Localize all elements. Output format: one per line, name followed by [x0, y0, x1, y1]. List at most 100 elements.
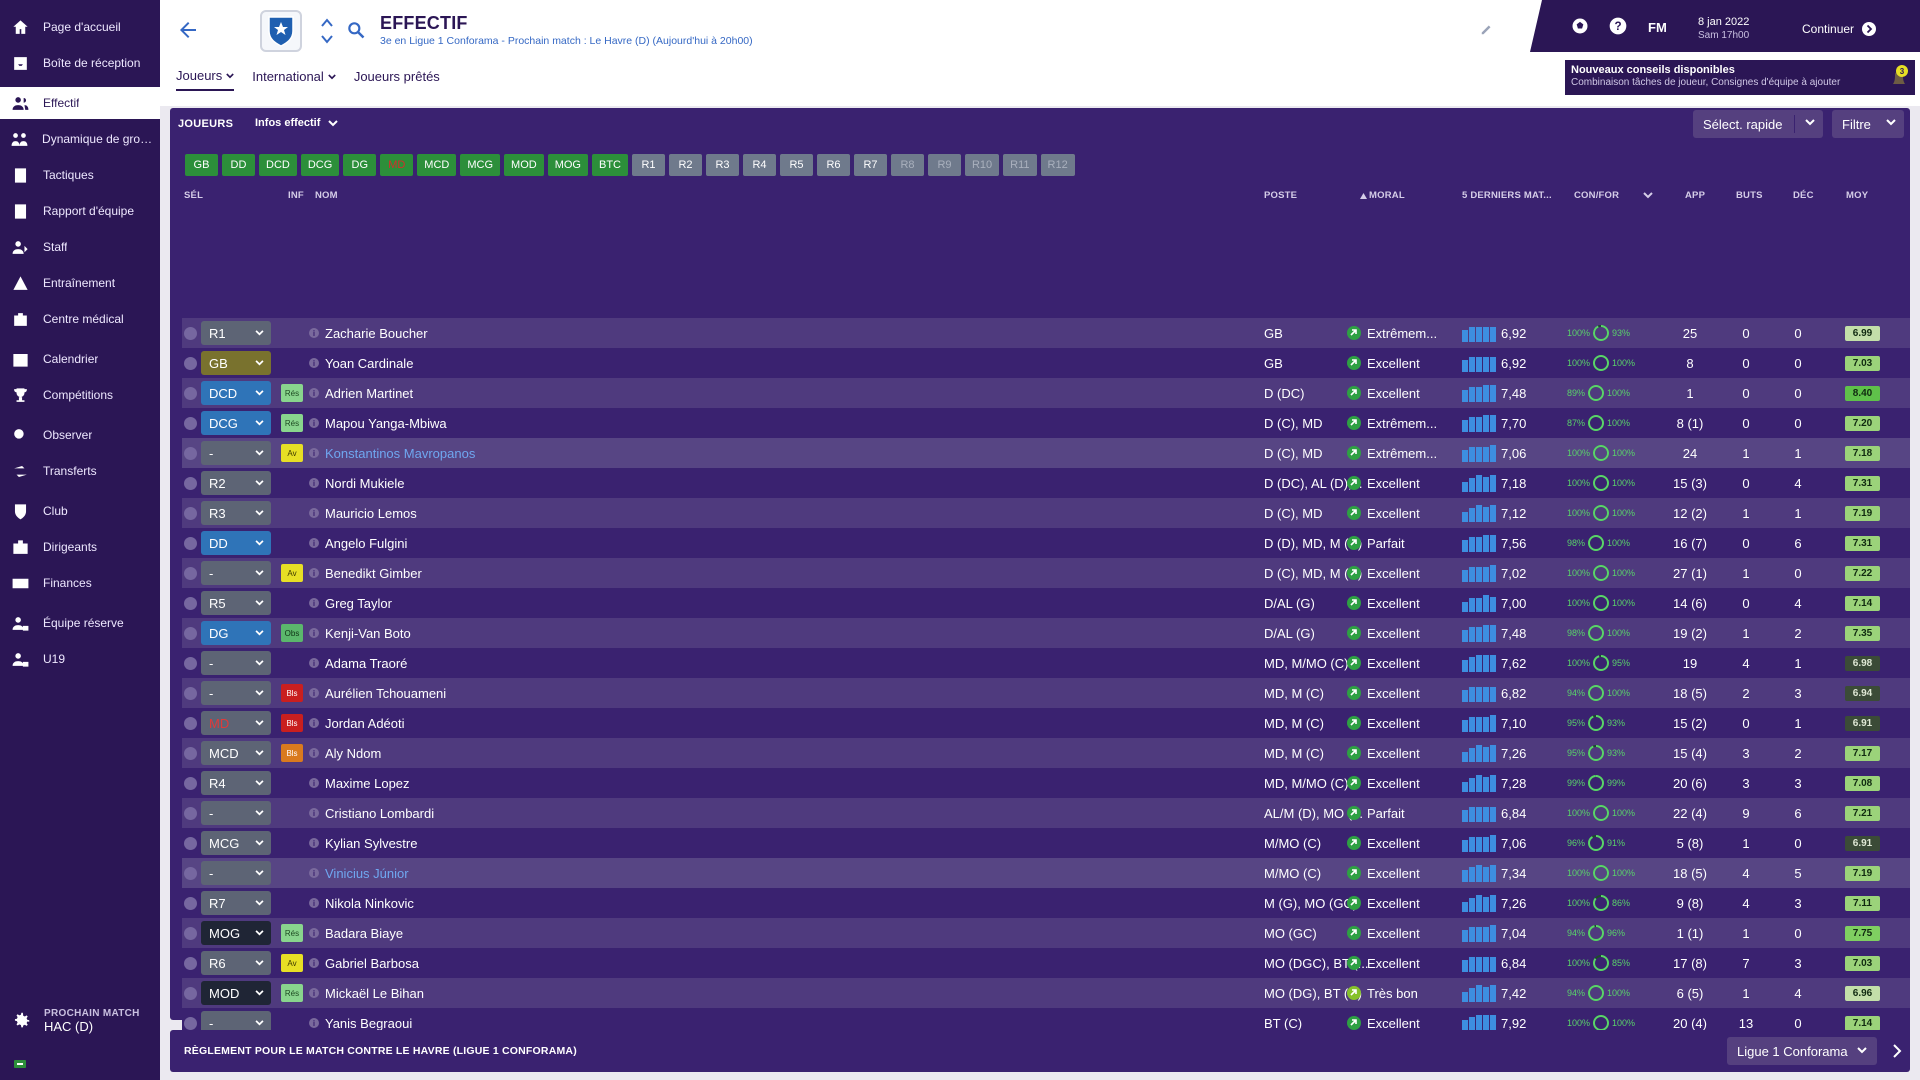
position-chip-22[interactable]: R12 — [1040, 154, 1075, 176]
back-arrow-icon[interactable] — [176, 18, 200, 42]
select-circle[interactable] — [184, 866, 197, 880]
info-icon[interactable]: i — [309, 898, 319, 908]
row-select-cell[interactable] — [184, 498, 197, 528]
info-badge[interactable]: Rés — [281, 414, 303, 432]
sidebar-item-0[interactable]: Page d'accueil — [0, 11, 155, 43]
select-circle[interactable] — [184, 926, 197, 940]
info-icon[interactable]: i — [309, 838, 319, 848]
selection-dropdown[interactable]: R6 — [201, 951, 271, 975]
table-row[interactable]: DD i Angelo Fulgini D (D), MD, M (C) Parfait… — [182, 528, 1910, 558]
player-name[interactable]: Vinicius Júnior — [325, 866, 409, 881]
player-name[interactable]: Zacharie Boucher — [325, 326, 428, 341]
player-name[interactable]: Adrien Martinet — [325, 386, 413, 401]
position-chip-16[interactable]: R6 — [816, 154, 850, 176]
selection-dropdown[interactable]: DCG — [201, 411, 271, 435]
select-circle[interactable] — [184, 356, 197, 370]
player-name[interactable]: Yoan Cardinale — [325, 356, 413, 371]
info-icon[interactable]: i — [309, 538, 319, 548]
select-circle[interactable] — [184, 896, 197, 910]
selection-dropdown[interactable]: MOD — [201, 981, 271, 1005]
position-chip-13[interactable]: R3 — [705, 154, 739, 176]
player-name[interactable]: Kylian Sylvestre — [325, 836, 417, 851]
player-name[interactable]: Yanis Begraoui — [325, 1016, 412, 1031]
player-name[interactable]: Gabriel Barbosa — [325, 956, 419, 971]
col-sel[interactable]: SÉL — [184, 190, 203, 201]
table-row[interactable]: MCD Bls i Aly Ndom MD, M (C) Excellent 7,26 95%… — [182, 738, 1910, 768]
table-row[interactable]: MOG Rés i Badara Biaye MO (GC) Excellent 7,04 9… — [182, 918, 1910, 948]
select-circle[interactable] — [184, 566, 197, 580]
player-name[interactable]: Adama Traoré — [325, 656, 407, 671]
info-badge[interactable]: Bls — [281, 714, 303, 732]
info-icon[interactable]: i — [309, 628, 319, 638]
position-chip-1[interactable]: DD — [222, 154, 255, 176]
table-row[interactable]: R7 i Nikola Ninkovic M (G), MO (GC) Excellen… — [182, 888, 1910, 918]
row-select-cell[interactable] — [184, 558, 197, 588]
row-select-cell[interactable] — [184, 948, 197, 978]
table-row[interactable]: - i Adama Traoré MD, M/MO (C) Excellent 7,62 1… — [182, 648, 1910, 678]
league-selector[interactable]: Ligue 1 Conforama — [1727, 1037, 1877, 1065]
table-row[interactable]: MD Bls i Jordan Adéoti MD, M (C) Excellent 7,1… — [182, 708, 1910, 738]
row-select-cell[interactable] — [184, 468, 197, 498]
info-icon[interactable]: i — [309, 718, 319, 728]
info-icon[interactable]: i — [309, 958, 319, 968]
player-name[interactable]: Greg Taylor — [325, 596, 392, 611]
info-icon[interactable]: i — [309, 328, 319, 338]
select-circle[interactable] — [184, 776, 197, 790]
selection-dropdown[interactable]: R7 — [201, 891, 271, 915]
table-row[interactable]: DCG Rés i Mapou Yanga-Mbiwa D (C), MD Extrême… — [182, 408, 1910, 438]
row-select-cell[interactable] — [184, 438, 197, 468]
selection-dropdown[interactable]: R3 — [201, 501, 271, 525]
info-icon[interactable]: i — [309, 508, 319, 518]
table-row[interactable]: MCG i Kylian Sylvestre M/MO (C) Excellent 7,0… — [182, 828, 1910, 858]
select-circle[interactable] — [184, 476, 197, 490]
info-badge[interactable]: Av — [281, 954, 303, 972]
info-icon[interactable]: i — [309, 448, 319, 458]
position-chip-3[interactable]: DCG — [300, 154, 340, 176]
tab-2[interactable]: Joueurs prêtés — [354, 68, 440, 91]
sidebar-item-17[interactable]: U19 — [0, 643, 155, 675]
table-row[interactable]: R3 i Mauricio Lemos D (C), MD Excellent 7,12 1… — [182, 498, 1910, 528]
player-name[interactable]: Konstantinos Mavropanos — [325, 446, 475, 461]
sidebar-item-9[interactable]: Calendrier — [0, 343, 155, 375]
sidebar-item-12[interactable]: Transferts — [0, 455, 155, 487]
table-row[interactable]: DCD Rés i Adrien Martinet D (DC) Excellent 7,4… — [182, 378, 1910, 408]
player-name[interactable]: Cristiano Lombardi — [325, 806, 434, 821]
quick-select-button[interactable]: Sélect. rapide — [1693, 110, 1823, 138]
view-selector[interactable]: Infos effectif — [255, 117, 339, 129]
position-chip-8[interactable]: MOD — [504, 154, 544, 176]
advice-notification[interactable]: Nouveaux conseils disponibles Combinaiso… — [1565, 60, 1915, 95]
page-subtitle[interactable]: 3e en Ligue 1 Conforama - Prochain match… — [380, 35, 753, 47]
selection-dropdown[interactable]: R1 — [201, 321, 271, 345]
info-icon[interactable]: i — [309, 988, 319, 998]
info-icon[interactable]: i — [309, 748, 319, 758]
player-name[interactable]: Nordi Mukiele — [325, 476, 404, 491]
select-circle[interactable] — [184, 596, 197, 610]
info-badge[interactable]: Bls — [281, 744, 303, 762]
position-chip-10[interactable]: BTC — [591, 154, 628, 176]
table-row[interactable]: - Av i Benedikt Gimber D (C), MD, M (C) Excel… — [182, 558, 1910, 588]
select-circle[interactable] — [184, 716, 197, 730]
selection-dropdown[interactable]: DCD — [201, 381, 271, 405]
table-row[interactable]: R5 i Greg Taylor D/AL (G) Excellent 7,00 100% 1… — [182, 588, 1910, 618]
sidebar-item-15[interactable]: Finances — [0, 567, 155, 599]
info-badge[interactable]: Av — [281, 564, 303, 582]
sidebar-item-2[interactable]: Effectif — [0, 87, 160, 119]
info-icon[interactable]: i — [309, 928, 319, 938]
tab-1[interactable]: International — [252, 68, 336, 91]
player-name[interactable]: Mickaël Le Bihan — [325, 986, 424, 1001]
selection-dropdown[interactable]: R4 — [201, 771, 271, 795]
sidebar-item-5[interactable]: Rapport d'équipe — [0, 195, 155, 227]
info-icon[interactable]: i — [309, 388, 319, 398]
row-select-cell[interactable] — [184, 588, 197, 618]
select-circle[interactable] — [184, 326, 197, 340]
sidebar-item-14[interactable]: Dirigeants — [0, 531, 155, 563]
selection-dropdown[interactable]: MCG — [201, 831, 271, 855]
selection-dropdown[interactable]: - — [201, 441, 271, 465]
info-icon[interactable]: i — [309, 688, 319, 698]
row-select-cell[interactable] — [184, 378, 197, 408]
info-badge[interactable]: Obs — [281, 624, 303, 642]
info-icon[interactable]: i — [309, 1018, 319, 1028]
select-circle[interactable] — [184, 746, 197, 760]
sidebar-item-7[interactable]: Entraînement — [0, 267, 155, 299]
info-badge[interactable]: Rés — [281, 924, 303, 942]
